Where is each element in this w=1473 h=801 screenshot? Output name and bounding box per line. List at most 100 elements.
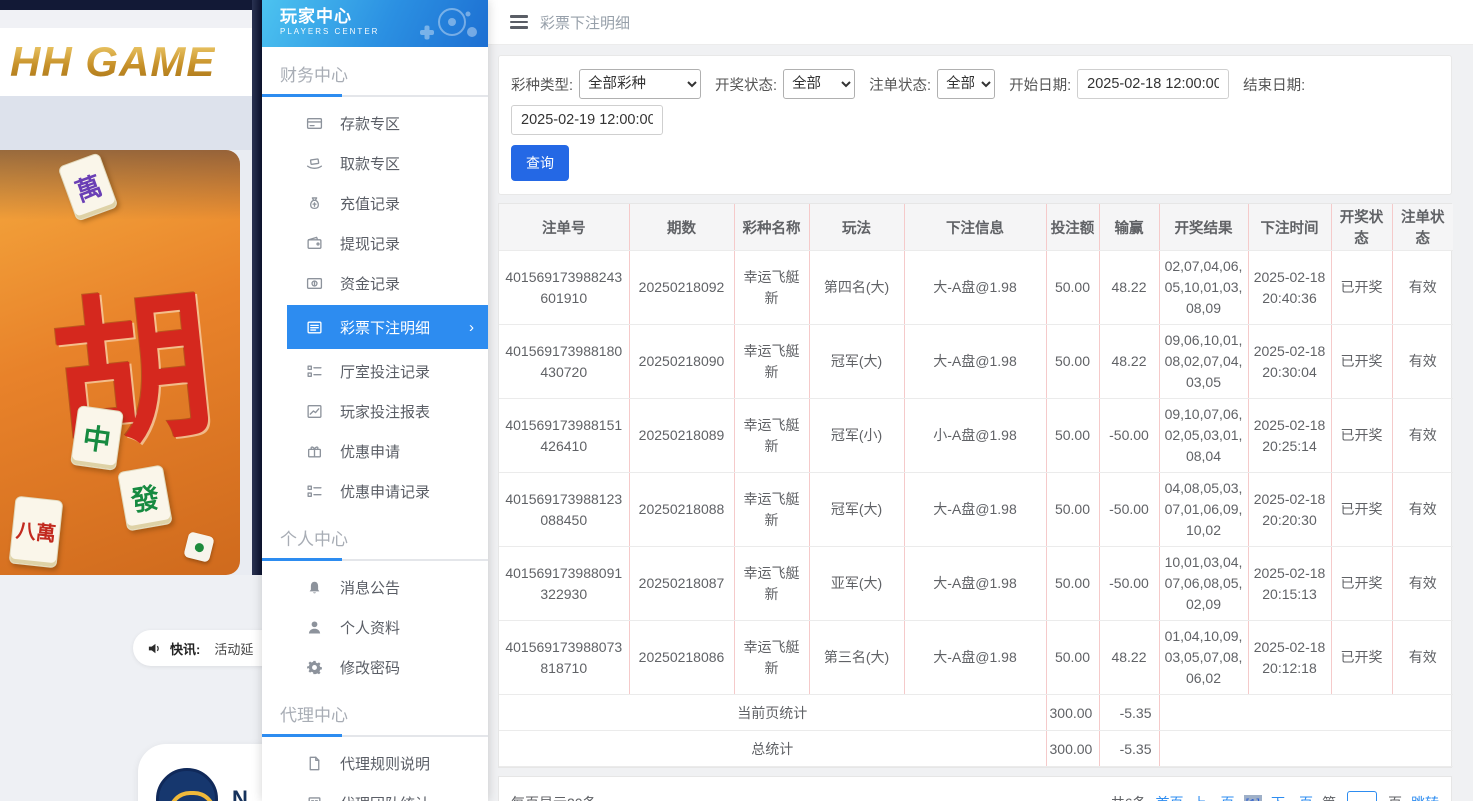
table-cell: 已开奖 (1331, 399, 1392, 473)
column-header: 期数 (629, 204, 734, 251)
sidebar-section-title: 代理中心 (280, 701, 488, 726)
lottery-type-label: 彩种类型: (511, 74, 573, 95)
ticker-text: 活动延 (214, 639, 253, 658)
table-cell: 亚军(大) (809, 547, 904, 621)
draw-status-select[interactable]: 全部 (783, 69, 855, 99)
news-ticker[interactable]: 快讯: 活动延 (133, 630, 262, 666)
draw-status-label: 开奖状态: (715, 74, 777, 95)
next-page-link[interactable]: 下一页 (1271, 793, 1313, 801)
sidebar-item-bell[interactable]: 消息公告 (262, 567, 488, 607)
first-page-link[interactable]: 首页 (1156, 793, 1184, 801)
site-logo-bar: HH GAME (0, 28, 262, 96)
team-logo-icon (156, 768, 218, 801)
prev-page-link[interactable]: 上一页 (1193, 793, 1235, 801)
background-edge-strip (252, 0, 262, 575)
background-band (0, 10, 262, 28)
table-cell: 已开奖 (1331, 547, 1392, 621)
start-date-label: 开始日期: (1009, 74, 1071, 95)
table-cell: 04,08,05,03,07,01,06,09,10,02 (1159, 473, 1248, 547)
sidebar-menu: 财务中心存款专区取款专区充值记录提现记录资金记录彩票下注明细›厅室投注记录玩家投… (262, 61, 488, 801)
sidebar-item-label: 玩家投注报表 (340, 401, 430, 422)
sidebar-item-label: 厅室投注记录 (340, 361, 430, 382)
sidebar-item-document[interactable]: 代理规则说明 (262, 743, 488, 783)
sidebar-item-lottery-bets[interactable]: 彩票下注明细 › (287, 305, 488, 349)
summary-win-total: -5.35 (1099, 695, 1159, 731)
sidebar-section-title: 个人中心 (280, 525, 488, 550)
end-date-label: 结束日期: (1243, 74, 1305, 95)
gear-icon (306, 659, 323, 676)
sidebar-item-report[interactable]: 玩家投注报表 (262, 391, 488, 431)
jump-button[interactable]: 跳转 (1411, 793, 1439, 801)
report-icon (306, 403, 323, 420)
sidebar-item-label: 彩票下注明细 (340, 317, 430, 338)
table-cell: 小-A盘@1.98 (904, 399, 1046, 473)
sidebar-item-deposit[interactable]: 存款专区 (262, 103, 488, 143)
table-cell: -50.00 (1099, 399, 1159, 473)
sidebar-item-recharge-record[interactable]: 充值记录 (262, 183, 488, 223)
sidebar-item-withdraw[interactable]: 取款专区 (262, 143, 488, 183)
lottery-type-select[interactable]: 全部彩种 (579, 69, 701, 99)
jump-prefix: 第 (1322, 793, 1336, 801)
gamepad-icon (412, 2, 482, 46)
start-date-input[interactable] (1077, 69, 1229, 99)
hall-bets-icon (306, 363, 323, 380)
background-top-bar (0, 0, 262, 10)
table-cell: 幸运飞艇新 (734, 325, 809, 399)
sidebar-item-withdrawal-record[interactable]: 提现记录 (262, 223, 488, 263)
table-cell: 01,04,10,09,03,05,07,08,06,02 (1159, 621, 1248, 695)
sidebar-header: 玩家中心 PLAYERS CENTER (262, 0, 488, 47)
table-row: 40156917398809132293020250218087幸运飞艇新亚军(… (499, 547, 1453, 621)
column-header: 下注信息 (904, 204, 1046, 251)
table-cell: 2025-02-18 20:25:14 (1248, 399, 1331, 473)
table-cell: -50.00 (1099, 473, 1159, 547)
table-cell: -50.00 (1099, 547, 1159, 621)
current-page-badge[interactable]: [1] (1244, 795, 1262, 801)
order-status-label: 注单状态: (869, 74, 931, 95)
table-cell: 20250218092 (629, 251, 734, 325)
summary-bet-total: 300.00 (1046, 731, 1099, 767)
section-divider (262, 734, 488, 737)
sidebar-item-label: 代理团队统计 (340, 793, 430, 801)
sidebar-item-promo[interactable]: 优惠申请 (262, 431, 488, 471)
table-cell: 50.00 (1046, 621, 1099, 695)
summary-label: 总统计 (499, 731, 1046, 767)
sidebar-item-hall-bets[interactable]: 厅室投注记录 (262, 351, 488, 391)
sidebar-item-promo-record[interactable]: 优惠申请记录 (262, 471, 488, 511)
pagination-bar: 每页显示20条 共6条 首页 上一页 [1] 下一页 第 页 跳转 (498, 776, 1452, 801)
column-header: 开奖结果 (1159, 204, 1248, 251)
table-cell: 401569173988243601910 (499, 251, 629, 325)
column-header: 注单号 (499, 204, 629, 251)
content: 彩种类型: 全部彩种 开奖状态: 全部 注单状态: 全部 开始日期: 结束日期:… (488, 45, 1473, 801)
lottery-bets-icon (306, 319, 323, 336)
order-status-select[interactable]: 全部 (937, 69, 995, 99)
table-cell: 大-A盘@1.98 (904, 547, 1046, 621)
bets-table: 注单号期数彩种名称玩法下注信息投注额输赢开奖结果下注时间开奖状态注单状态 401… (499, 204, 1453, 767)
sidebar-item-label: 提现记录 (340, 233, 400, 254)
mahjong-tile: 八萬 (9, 496, 64, 569)
mahjong-tile: 發 (117, 464, 173, 531)
table-cell: 大-A盘@1.98 (904, 251, 1046, 325)
bets-table-body: 40156917398824360191020250218092幸运飞艇新第四名… (499, 251, 1453, 767)
sidebar-item-gear[interactable]: 修改密码 (262, 647, 488, 687)
search-button[interactable]: 查询 (511, 145, 569, 181)
sidebar-item-team-stats[interactable]: 代理团队统计 (262, 783, 488, 801)
table-cell: 2025-02-18 20:15:13 (1248, 547, 1331, 621)
table-cell: 10,01,03,04,07,06,08,05,02,09 (1159, 547, 1248, 621)
chevron-right-icon: › (469, 319, 474, 336)
table-cell: 大-A盘@1.98 (904, 621, 1046, 695)
table-row: 40156917398812308845020250218088幸运飞艇新冠军(… (499, 473, 1453, 547)
column-header: 玩法 (809, 204, 904, 251)
table-cell: 09,10,07,06,02,05,03,01,08,04 (1159, 399, 1248, 473)
sidebar-item-funds-record[interactable]: 资金记录 (262, 263, 488, 303)
bets-table-card: 注单号期数彩种名称玩法下注信息投注额输赢开奖结果下注时间开奖状态注单状态 401… (498, 203, 1452, 768)
hamburger-icon[interactable] (510, 15, 528, 29)
topbar: 彩票下注明细 (488, 0, 1473, 45)
sidebar-item-user[interactable]: 个人资料 (262, 607, 488, 647)
deposit-icon (306, 115, 323, 132)
sidebar-item-label: 代理规则说明 (340, 753, 430, 774)
end-date-input[interactable] (511, 105, 663, 135)
table-cell: 有效 (1392, 399, 1453, 473)
sidebar-item-label: 消息公告 (340, 577, 400, 598)
table-header-row: 注单号期数彩种名称玩法下注信息投注额输赢开奖结果下注时间开奖状态注单状态 (499, 204, 1453, 251)
jump-page-input[interactable] (1347, 791, 1377, 801)
